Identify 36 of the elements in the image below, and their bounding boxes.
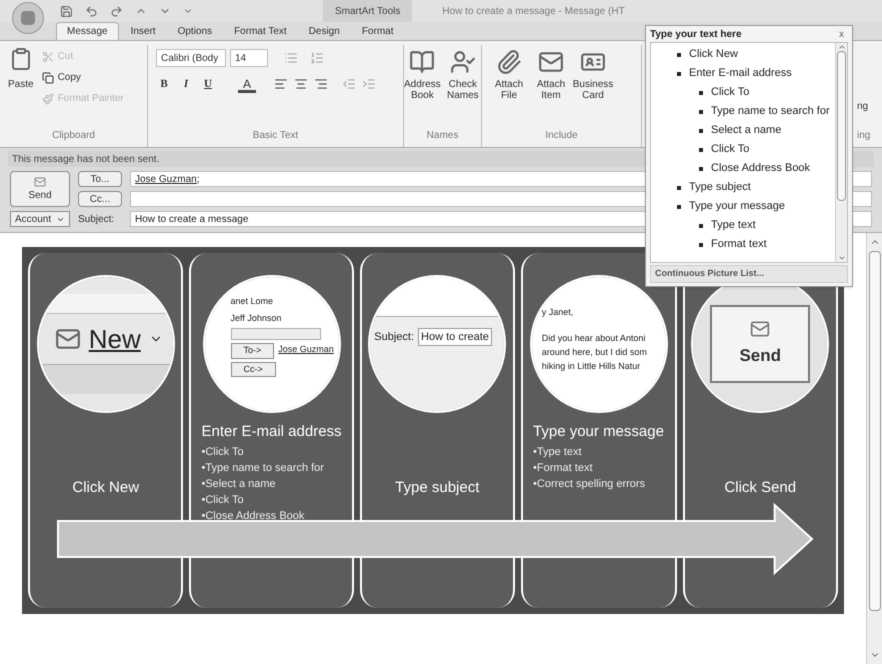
step-bullet: •Correct spelling errors bbox=[533, 476, 646, 492]
group-label: ing bbox=[856, 129, 872, 143]
step-bullet: •Select a name bbox=[201, 476, 276, 492]
cc-button: Cc-> bbox=[230, 362, 276, 377]
subject-value: How to create bbox=[418, 328, 492, 346]
step-bullet: •Format text bbox=[533, 460, 593, 476]
new-label: New bbox=[88, 322, 141, 356]
send-button: Send bbox=[710, 305, 810, 383]
step-bullet: •Click To bbox=[201, 492, 244, 508]
subject-label: Subject: bbox=[78, 212, 116, 226]
group-label: Clipboard bbox=[51, 129, 96, 143]
letter-line: Did you hear about Antoni bbox=[542, 332, 646, 345]
step-bullet: •Close Address Book bbox=[201, 508, 304, 524]
step-bullet: •Type text bbox=[533, 444, 582, 460]
window-title: How to create a message - Message (HT bbox=[442, 4, 625, 18]
to-button: To-> bbox=[230, 343, 274, 358]
step-bullet: •Click To bbox=[201, 444, 244, 460]
contact-name: Jeff Johnson bbox=[230, 312, 282, 324]
letter-greeting: y Janet, bbox=[542, 306, 574, 319]
letter-line: around here, but I did som bbox=[542, 346, 648, 359]
recipient-value: Jose Guzman bbox=[278, 343, 334, 356]
step-title: Type your message bbox=[533, 422, 664, 442]
group-label: Basic Text bbox=[252, 129, 300, 143]
letter-line: hiking in Little Hills Natur bbox=[542, 360, 642, 373]
step-title: Type subject bbox=[395, 478, 480, 498]
step-title: Click New bbox=[72, 478, 140, 498]
layout-name: Continuous Picture List... bbox=[655, 267, 764, 280]
group-label: Names bbox=[426, 129, 460, 143]
step-bullet: •Type name to search for bbox=[201, 460, 324, 476]
group-label: Include bbox=[544, 129, 579, 143]
subject-label: Subject: bbox=[374, 330, 414, 345]
context-tab-label: SmartArt Tools bbox=[323, 0, 412, 22]
step-title: Enter E-mail address bbox=[201, 422, 342, 442]
pane-title: Type your text here bbox=[650, 28, 742, 42]
contact-name: anet Lome bbox=[230, 295, 274, 308]
step-title: Click Send bbox=[724, 478, 796, 498]
